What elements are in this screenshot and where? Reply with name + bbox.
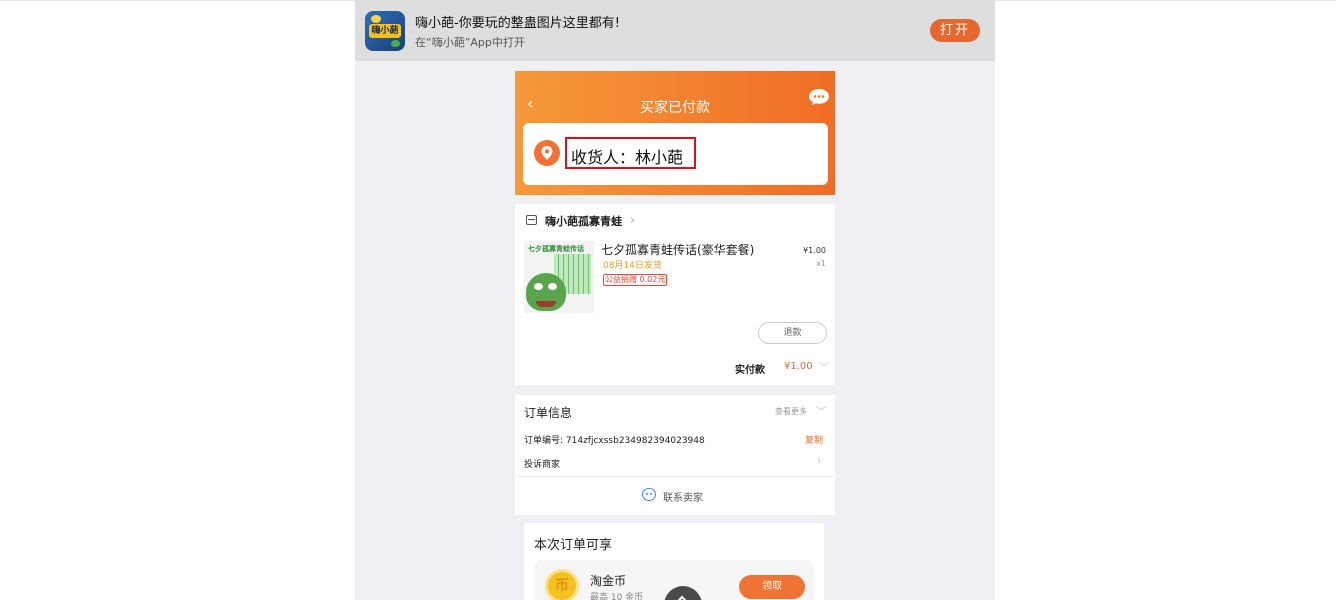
shop-card: 嗨小葩孤寡青蛙 › 七夕孤寡青蛙传话 七夕孤寡青蛙传话(豪华套餐) 08月14日… — [515, 204, 835, 385]
product-price: ¥1.00 — [803, 246, 826, 255]
paid-amount: ¥1.00 — [784, 361, 813, 372]
message-bubble-icon[interactable] — [808, 88, 830, 106]
copy-button[interactable]: 复制 — [805, 433, 823, 446]
logo-decoration — [371, 15, 381, 23]
page-title: 买家已付款 — [640, 100, 710, 116]
frog-mouth — [536, 301, 556, 307]
view-more-link[interactable]: 查看更多 — [775, 406, 807, 417]
contact-seller-button[interactable]: 联系卖家 — [663, 489, 703, 504]
divider — [515, 476, 835, 477]
app-open-banner: 嗨小葩 嗨小葩-你要玩的整蛊图片这里都有! 在“嗨小葩”App中打开 打开 — [355, 0, 995, 61]
thumbnail-caption: 七夕孤寡青蛙传话 — [528, 245, 584, 253]
shop-name[interactable]: 嗨小葩孤寡青蛙 — [545, 213, 622, 229]
charity-tag: 公益捐赠 0.02元 — [603, 274, 668, 286]
product-quantity: x1 — [816, 259, 826, 268]
order-screenshot: ‹ 买家已付款 收货人：林小葩 嗨小葩孤寡青蛙 › 七夕孤寡青蛙传话 七夕孤寡青… — [515, 71, 835, 600]
frog-eye — [548, 283, 557, 290]
coin-icon: 币 — [545, 569, 579, 600]
chat-icon — [642, 488, 656, 501]
frog-eye — [534, 283, 543, 290]
coin-name: 淘金币 — [590, 574, 627, 588]
banner-subtitle: 在“嗨小葩”App中打开 — [415, 36, 525, 49]
order-status-header: ‹ 买家已付款 收货人：林小葩 — [515, 71, 835, 195]
location-pin-icon — [534, 140, 560, 166]
receiver-highlight-box: 收货人：林小葩 — [565, 137, 696, 169]
chevron-right-icon: › — [817, 454, 822, 467]
logo-wordmark: 嗨小葩 — [369, 24, 401, 38]
complain-merchant-link[interactable]: 投诉商家 — [524, 457, 560, 470]
claim-button[interactable]: 领取 — [739, 575, 805, 599]
shop-icon — [526, 215, 537, 225]
arrow-up-icon — [670, 595, 694, 600]
chevron-right-icon: › — [630, 213, 635, 227]
product-thumbnail[interactable]: 七夕孤寡青蛙传话 — [524, 241, 594, 313]
product-title[interactable]: 七夕孤寡青蛙传话(豪华套餐) — [601, 241, 754, 258]
ship-date: 08月14日发货 — [603, 261, 662, 271]
receiver-name: 收货人：林小葩 — [571, 148, 684, 167]
chevron-down-icon[interactable]: ﹀ — [819, 359, 829, 374]
refund-button[interactable]: 退款 — [758, 322, 827, 344]
open-in-app-button[interactable]: 打开 — [930, 19, 980, 42]
order-info-title: 订单信息 — [524, 406, 573, 420]
chevron-down-icon[interactable]: ﹀ — [816, 403, 826, 418]
address-card[interactable]: 收货人：林小葩 — [523, 123, 828, 185]
benefits-title: 本次订单可享 — [534, 538, 613, 553]
paid-label: 实付款 — [735, 365, 765, 376]
banner-title: 嗨小葩-你要玩的整蛊图片这里都有! — [415, 16, 620, 31]
logo-decoration — [391, 40, 400, 47]
coin-subtitle: 最高 10 金币 — [590, 593, 644, 600]
app-logo-icon: 嗨小葩 — [365, 11, 405, 51]
order-info-card: 订单信息 查看更多 ﹀ 订单编号: 714zfjcxssb23498239402… — [515, 395, 835, 515]
page-container: 嗨小葩 嗨小葩-你要玩的整蛊图片这里都有! 在“嗨小葩”App中打开 打开 ‹ … — [355, 0, 995, 600]
order-number: 订单编号: 714zfjcxssb234982394023948 — [524, 436, 705, 446]
